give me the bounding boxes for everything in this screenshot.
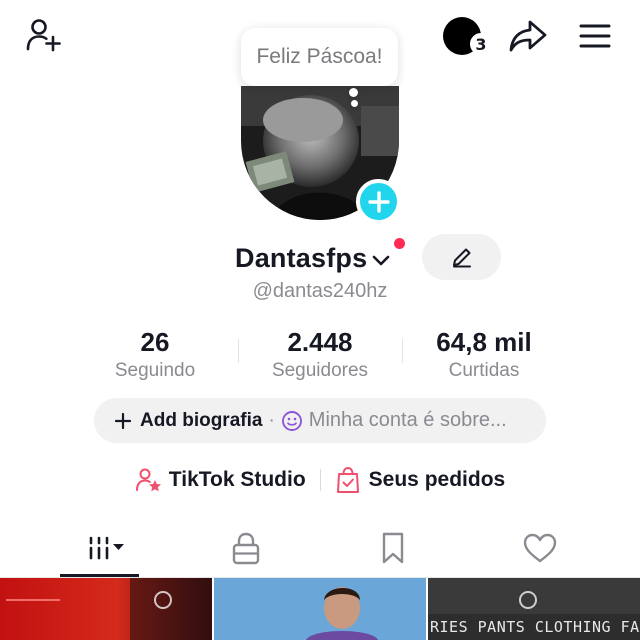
plus-icon [367, 190, 390, 213]
stat-label: Seguindo [114, 360, 196, 381]
add-bio-button[interactable]: Add biografia · Minha conta é sobre... [94, 398, 546, 443]
greeting-tooltip: Feliz Páscoa! [241, 28, 398, 86]
video-thumbnail[interactable]: RIES PANTS CLOTHING FASH [428, 578, 640, 640]
bookmark-icon [382, 532, 404, 564]
stat-divider [238, 339, 239, 363]
share-arrow-icon [509, 20, 547, 52]
plus-icon [114, 412, 132, 429]
stat-likes[interactable]: 64,8 mil Curtidas [418, 326, 550, 384]
edit-profile-button[interactable] [422, 234, 501, 280]
video-thumbnail[interactable] [214, 578, 426, 640]
share-profile-button[interactable] [505, 14, 551, 58]
bio-placeholder: Minha conta é sobre... [308, 409, 507, 431]
stat-following[interactable]: 26 Seguindo [100, 326, 210, 384]
heart-icon [523, 533, 557, 563]
add-photo-button[interactable] [356, 179, 401, 224]
grid-bars-icon [89, 536, 124, 560]
story-button[interactable]: 3 [440, 14, 492, 58]
add-bio-label-wrap: Add biografia [114, 410, 262, 432]
shopping-bag-icon [336, 466, 359, 493]
content-tabs [0, 520, 640, 577]
orders-label: Seus pedidos [368, 468, 506, 491]
tab-saved[interactable] [353, 520, 433, 576]
thumbnail-caption: RIES PANTS CLOTHING FASH [430, 618, 640, 636]
tooltip-tail-dot [351, 100, 358, 107]
tooltip-tail-dot [349, 88, 358, 97]
stat-divider [402, 339, 403, 363]
chevron-down-icon [373, 255, 390, 266]
tab-private[interactable] [206, 520, 286, 576]
story-count-badge: 3 [470, 33, 492, 55]
links-divider [319, 469, 321, 491]
smiley-icon [281, 410, 302, 431]
lock-icon [232, 532, 260, 565]
tiktok-studio-link[interactable]: TikTok Studio [135, 466, 306, 494]
menu-button[interactable] [573, 14, 617, 58]
stat-label: Curtidas [448, 360, 520, 381]
stat-value: 64,8 mil [436, 327, 532, 357]
user-handle: @dantas240hz [252, 280, 388, 302]
hamburger-menu-icon [579, 24, 611, 48]
add-bio-label: Add biografia [140, 409, 263, 431]
add-friend-button[interactable] [22, 14, 66, 58]
creator-star-icon [135, 468, 161, 492]
tab-videos[interactable] [60, 520, 140, 576]
bio-separator: · [268, 409, 275, 431]
orders-link[interactable]: Seus pedidos [335, 466, 506, 494]
stat-value: 2.448 [287, 327, 353, 357]
account-switcher[interactable]: Dantasfps [235, 238, 393, 278]
username: Dantasfps [235, 242, 368, 273]
person-plus-icon [26, 19, 61, 52]
notification-dot [394, 238, 405, 249]
creator-links: TikTok Studio Seus pedidos [0, 463, 640, 497]
stat-followers[interactable]: 2.448 Seguidores [255, 326, 385, 384]
pencil-icon [452, 248, 471, 268]
stat-value: 26 [140, 327, 170, 357]
stat-label: Seguidores [271, 360, 369, 381]
video-thumbnail-image [0, 578, 212, 640]
tiktok-studio-label: TikTok Studio [168, 468, 306, 491]
tab-liked[interactable] [500, 520, 580, 576]
video-thumbnail[interactable] [0, 578, 212, 640]
video-thumbnail-image [214, 578, 426, 640]
